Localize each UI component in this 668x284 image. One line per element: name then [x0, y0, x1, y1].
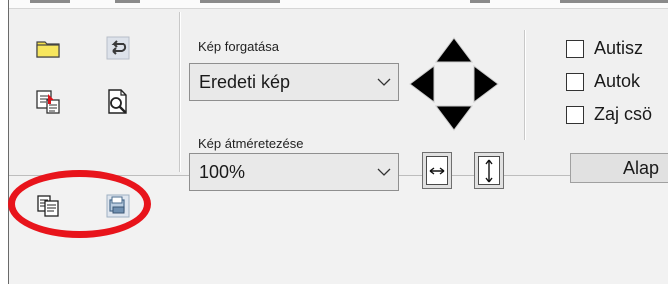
option-label: Autisz: [594, 38, 644, 58]
chevron-down-icon: [370, 168, 398, 176]
print-preview-icon: [108, 89, 127, 114]
rotation-select[interactable]: Eredeti kép: [189, 63, 399, 101]
scan-button[interactable]: [102, 190, 134, 222]
rotate-down-arrow: [435, 105, 473, 131]
window-left-edge: [0, 0, 9, 284]
fit-height-button[interactable]: [474, 152, 504, 189]
fit-width-icon: [429, 166, 445, 175]
option-zaj[interactable]: Zaj csö: [566, 104, 652, 125]
copy-button[interactable]: [32, 190, 64, 222]
rotation-label: Kép forgatása: [198, 39, 279, 54]
export-document-icon: [36, 90, 60, 114]
export-button[interactable]: [32, 86, 64, 118]
folder-icon: [36, 41, 60, 58]
window-top-edge: [0, 0, 668, 9]
resize-select[interactable]: 100%: [189, 153, 399, 191]
chevron-down-icon: [370, 78, 398, 86]
toolbar-divider-2: [524, 30, 526, 140]
resize-label: Kép átméretezése: [198, 136, 304, 151]
fit-width-button[interactable]: [422, 152, 452, 189]
resize-select-value: 100%: [199, 161, 246, 182]
option-autok[interactable]: Autok: [566, 71, 640, 92]
option-label: Autok: [594, 71, 641, 91]
checkbox[interactable]: [566, 39, 584, 58]
fit-height-icon: [485, 159, 493, 182]
undo-arrow-icon: [106, 36, 130, 60]
four-direction-arrows-icon: [409, 37, 499, 131]
toolbar-divider-1: [179, 12, 181, 172]
rotate-right-arrow: [473, 65, 499, 103]
reset-button[interactable]: Alap: [570, 153, 668, 183]
undo-button[interactable]: [102, 32, 134, 64]
rotate-pad: [408, 36, 500, 132]
checkbox[interactable]: [566, 105, 584, 124]
rotate-left-arrow: [409, 65, 435, 103]
checkbox[interactable]: [566, 72, 584, 91]
rotate-up-arrow: [435, 37, 473, 63]
copy-icon: [37, 195, 59, 217]
print-preview-button[interactable]: [102, 86, 134, 118]
option-label: Zaj csö: [594, 104, 653, 124]
open-button[interactable]: [32, 32, 64, 64]
option-autisz[interactable]: Autisz: [566, 38, 643, 59]
scan-icon: [106, 194, 130, 218]
rotation-select-value: Eredeti kép: [199, 71, 291, 92]
